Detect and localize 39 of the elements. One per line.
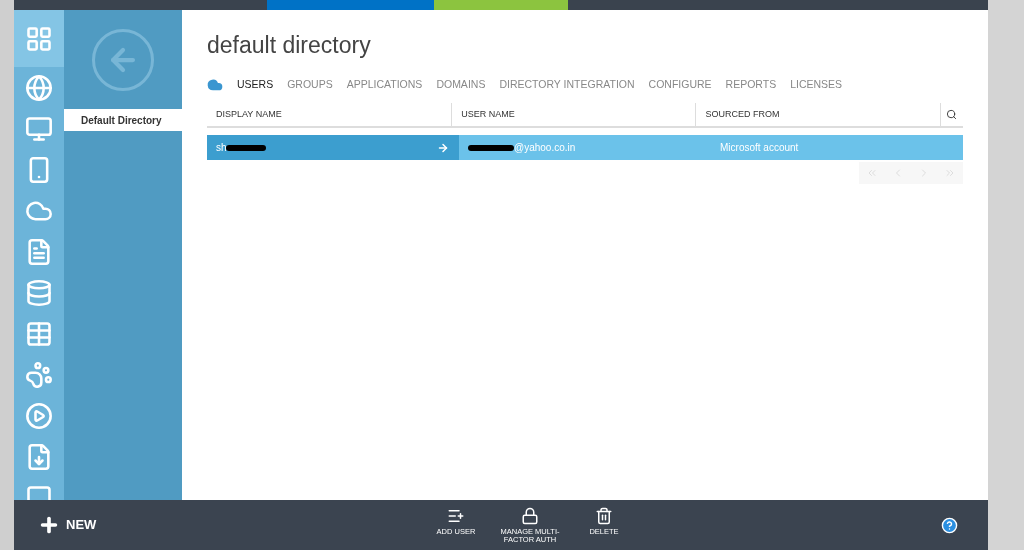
- column-header[interactable]: SOURCED FROM: [695, 103, 940, 126]
- tab[interactable]: USERS: [237, 77, 274, 93]
- cloud-icon: [207, 77, 223, 93]
- tab[interactable]: GROUPS: [287, 77, 333, 93]
- table-icon: [25, 319, 53, 348]
- monitor-icon: [25, 114, 53, 143]
- column-header[interactable]: USER NAME: [451, 103, 696, 126]
- database-icon: [25, 278, 53, 307]
- search-icon: [946, 109, 958, 120]
- plus-icon: [38, 514, 60, 536]
- redaction-mark: [225, 144, 266, 151]
- display-name: sh: [216, 141, 227, 155]
- paw-icon: [25, 360, 53, 389]
- file-download-icon: [25, 442, 53, 471]
- tab[interactable]: APPLICATIONS: [346, 77, 423, 93]
- back-button[interactable]: [92, 28, 154, 91]
- tab[interactable]: LICENSES: [790, 77, 843, 93]
- grid-icon: [25, 24, 53, 53]
- redaction-mark: [468, 144, 514, 151]
- help-icon[interactable]: [941, 516, 958, 534]
- globe-icon: [25, 73, 53, 102]
- nav-button[interactable]: [14, 10, 64, 67]
- play-icon: [25, 401, 53, 430]
- source: Microsoft account: [720, 141, 799, 155]
- trash-icon: [595, 506, 613, 525]
- tab[interactable]: DOMAINS: [436, 77, 486, 93]
- page-title: default directory: [207, 31, 372, 60]
- column-header[interactable]: DISPLAY NAME: [207, 103, 452, 126]
- user-name: @yahoo.co.in: [514, 141, 576, 155]
- document-icon: [25, 237, 53, 266]
- lock-icon: [521, 506, 539, 525]
- chevron-icon: [944, 167, 956, 179]
- new-button[interactable]: NEW: [38, 514, 138, 536]
- tab[interactable]: CONFIGURE: [648, 77, 712, 93]
- directory-item[interactable]: Default Directory: [64, 109, 182, 131]
- chevron-icon: [866, 167, 878, 179]
- tab[interactable]: DIRECTORY INTEGRATION: [499, 77, 635, 93]
- arrow-icon: [437, 141, 449, 154]
- tab[interactable]: REPORTS: [725, 77, 777, 93]
